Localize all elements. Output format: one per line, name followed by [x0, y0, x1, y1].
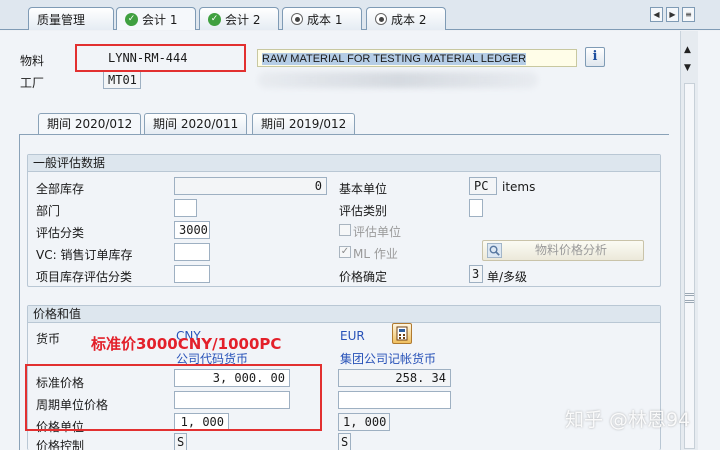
group-currency-text: 集团公司记帐货币 [340, 352, 437, 366]
price-highlight-box [25, 364, 322, 431]
exchange-rate-icon[interactable] [392, 323, 412, 344]
valuation-category-label: 评估类别 [339, 204, 388, 218]
tab-label: 成本 1 [307, 12, 343, 27]
price-determination-label: 价格确定 [339, 270, 388, 284]
group-title: 价格和值 [28, 306, 660, 323]
price-control-group-field[interactable]: S [338, 433, 351, 450]
tab-period-2019-012[interactable]: 期间 2019/012 [252, 113, 356, 134]
ml-active-checkbox[interactable]: ✓ [339, 246, 351, 258]
price-annotation: 标准价3000CNY/1000PC [91, 335, 282, 353]
tab-label: 质量管理 [37, 12, 86, 27]
check-icon: ✓ [208, 12, 221, 26]
analysis-button-label: 物料价格分析 [535, 243, 608, 257]
watermark: 知乎 @林恩94 [565, 409, 691, 431]
tab-period-2020-011[interactable]: 期间 2020/011 [144, 113, 248, 134]
project-stock-valuation-field[interactable] [174, 265, 210, 283]
department-label: 部门 [36, 204, 61, 218]
price-control-field[interactable]: S [174, 433, 187, 450]
vertical-scrollbar[interactable]: ▲ ▼ [680, 31, 698, 450]
valuation-class-field[interactable]: 3000 [174, 221, 210, 239]
check-icon: ✓ [125, 12, 138, 26]
project-stock-valuation-label: 项目库存评估分类 [36, 270, 133, 284]
group-currency: EUR [340, 329, 365, 343]
radio-icon [375, 13, 387, 25]
total-stock-label: 全部库存 [36, 182, 85, 196]
tab-label: 成本 2 [391, 12, 427, 27]
standard-price-group-field[interactable]: 258. 34 [338, 369, 451, 387]
base-unit-field[interactable]: PC [469, 177, 497, 195]
tab-scroll-left-icon[interactable]: ◀ [650, 7, 663, 22]
tab-costing-2[interactable]: 成本 2 [366, 7, 446, 30]
base-unit-text: items [502, 180, 536, 194]
tab-strip: 质量管理 ✓ 会计 1 ✓ 会计 2 成本 1 成本 2 ◀ ▶ ≡ [0, 0, 720, 30]
material-label: 物料 [20, 54, 45, 68]
tab-accounting-1[interactable]: ✓ 会计 1 [116, 7, 196, 30]
vc-sales-order-stock-label: VC: 销售订单库存 [36, 248, 133, 262]
material-price-analysis-button[interactable]: 物料价格分析 [482, 240, 644, 261]
magnifier-icon [487, 243, 502, 258]
tab-period-2020-012[interactable]: 期间 2020/012 [38, 113, 142, 134]
valuation-unit-label: 评估单位 [353, 225, 402, 239]
tab-label: 会计 1 [142, 12, 178, 27]
tab-accounting-2[interactable]: ✓ 会计 2 [199, 7, 279, 30]
valuation-unit-checkbox[interactable] [339, 224, 351, 236]
price-determination-text: 单/多级 [487, 270, 528, 284]
tab-list-icon[interactable]: ≡ [682, 7, 695, 22]
total-stock-field[interactable]: 0 [174, 177, 327, 195]
radio-icon [291, 13, 303, 25]
price-control-label: 价格控制 [36, 439, 85, 450]
valuation-category-field[interactable] [469, 199, 483, 217]
plant-field[interactable]: MT01 [103, 71, 141, 89]
tab-label: 会计 2 [225, 12, 261, 27]
group-title: 一般评估数据 [28, 155, 660, 172]
scroll-up-icon[interactable]: ▲ [684, 45, 691, 55]
tab-scroll-right-icon[interactable]: ▶ [666, 7, 679, 22]
tab-costing-1[interactable]: 成本 1 [282, 7, 362, 30]
plant-label: 工厂 [20, 76, 45, 90]
info-icon[interactable]: i [585, 47, 605, 67]
currency-label: 货币 [36, 332, 61, 346]
scrollbar-grip [685, 293, 694, 303]
tab-quality-management[interactable]: 质量管理 [28, 7, 114, 30]
department-field[interactable] [174, 199, 197, 217]
valuation-class-label: 评估分类 [36, 226, 85, 240]
material-description-field[interactable]: RAW MATERIAL FOR TESTING MATERIAL LEDGER [257, 49, 577, 67]
blurred-region [258, 72, 538, 88]
periodic-unit-price-group-field[interactable] [338, 391, 451, 409]
scroll-down-icon[interactable]: ▼ [684, 63, 691, 73]
base-unit-label: 基本单位 [339, 182, 388, 196]
scrollbar-thumb[interactable] [684, 83, 695, 449]
material-description-text: RAW MATERIAL FOR TESTING MATERIAL LEDGER [262, 53, 527, 65]
price-unit-group-field[interactable]: 1, 000 [338, 413, 390, 431]
calculator-icon [396, 326, 408, 341]
ml-active-label: ML 作业 [353, 247, 398, 261]
price-determination-field[interactable]: 3 [469, 265, 483, 283]
material-highlight-box [75, 44, 246, 72]
vc-sales-order-stock-field[interactable] [174, 243, 210, 261]
right-gutter [698, 31, 720, 450]
